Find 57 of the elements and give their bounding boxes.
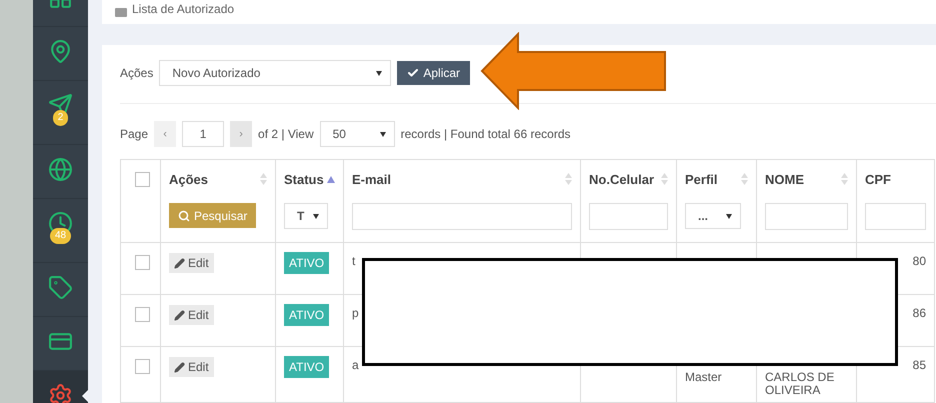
row-checkbox[interactable] xyxy=(135,307,150,322)
status-badge: ATIVO xyxy=(284,356,330,378)
tag-icon xyxy=(48,275,73,300)
search-icon xyxy=(178,210,190,222)
records-summary: records | Found total 66 records xyxy=(400,127,570,141)
filter-field[interactable] xyxy=(865,203,926,230)
column-header[interactable]: NOME xyxy=(765,172,804,186)
page-field[interactable]: 1 xyxy=(182,121,224,147)
cpf-text: 85 xyxy=(912,359,926,372)
map-pin-icon xyxy=(48,39,73,64)
filter-field[interactable] xyxy=(352,203,572,230)
column-header[interactable]: E-mail xyxy=(352,172,392,186)
sort-icon[interactable] xyxy=(841,173,848,185)
actions-label: Ações xyxy=(120,66,154,80)
email-text: t xyxy=(352,255,356,268)
pencil-icon xyxy=(174,258,185,268)
column-header[interactable]: CPF xyxy=(865,172,891,186)
globe-icon xyxy=(48,157,73,182)
filter-field[interactable] xyxy=(589,203,668,230)
contact-card-icon xyxy=(115,7,127,17)
column-header[interactable]: No.Celular xyxy=(589,172,654,186)
email-text: a xyxy=(352,359,360,372)
sort-icon[interactable] xyxy=(565,173,572,185)
page-size-select[interactable]: 50 xyxy=(320,121,395,147)
column-header[interactable]: Perfil xyxy=(685,172,718,186)
apply-button[interactable]: Aplicar xyxy=(397,61,470,85)
cpf-text: 86 xyxy=(912,307,926,320)
sort-icon[interactable] xyxy=(661,173,668,185)
name-text: CARLOS DE OLIVEIRA xyxy=(765,371,836,397)
filter-select[interactable]: T xyxy=(284,203,328,229)
edit-button[interactable]: Edit xyxy=(169,357,214,377)
page-count-text: of 2 | View xyxy=(258,127,314,141)
status-badge: ATIVO xyxy=(284,252,330,274)
actions-select[interactable]: Novo Autorizado xyxy=(159,60,392,86)
filter-select[interactable]: ... xyxy=(685,203,741,229)
select-all-checkbox[interactable] xyxy=(135,172,150,187)
pencil-icon xyxy=(174,310,185,320)
page-title: Lista de Autorizado xyxy=(132,2,234,16)
row-checkbox[interactable] xyxy=(135,255,150,270)
edit-button[interactable]: Edit xyxy=(169,253,214,273)
edit-button[interactable]: Edit xyxy=(169,305,214,325)
column-header[interactable]: Status xyxy=(284,172,335,186)
row-checkbox[interactable] xyxy=(135,359,150,374)
count-badge: 2 xyxy=(52,110,68,126)
count-badge: 48 xyxy=(50,228,72,244)
sort-icon[interactable] xyxy=(741,173,748,185)
check-icon xyxy=(407,67,420,79)
email-text: p xyxy=(352,307,360,320)
column-header[interactable]: Ações xyxy=(169,172,208,186)
cpf-text: 80 xyxy=(912,255,926,268)
pencil-icon xyxy=(174,362,185,372)
profile-text: Master xyxy=(685,371,723,384)
settings-icon xyxy=(48,383,73,403)
sort-icon[interactable] xyxy=(260,173,267,185)
filter-field[interactable] xyxy=(765,203,848,230)
page-label: Page xyxy=(120,127,148,141)
status-badge: ATIVO xyxy=(284,304,330,326)
